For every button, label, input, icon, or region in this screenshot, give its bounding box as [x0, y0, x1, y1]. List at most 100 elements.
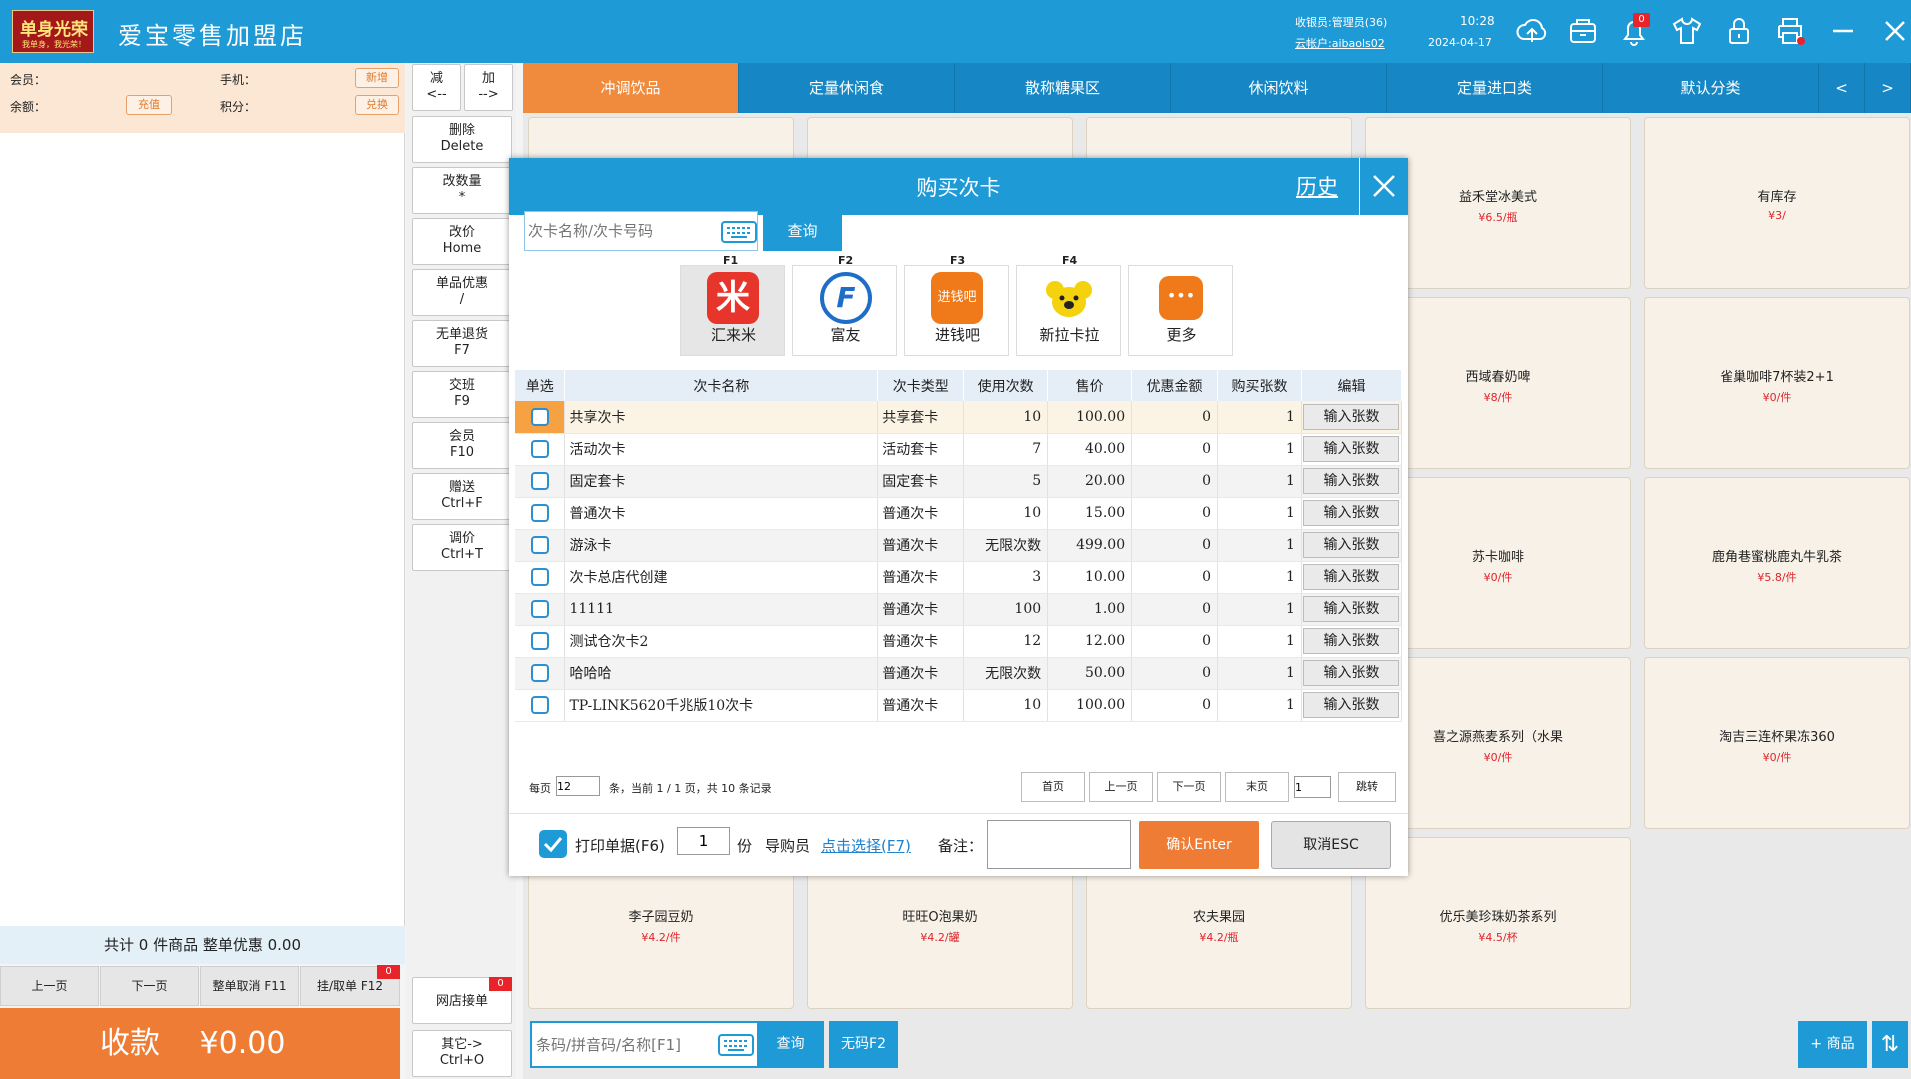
enter-quantity-button[interactable]: 输入张数: [1303, 500, 1400, 526]
card-row[interactable]: 哈哈哈 普通次卡 无限次数 50.00 0 1 输入张数: [515, 657, 1403, 690]
function-button[interactable]: 改数量 *: [412, 167, 512, 214]
printer-icon[interactable]: [1773, 14, 1807, 48]
sort-toggle-icon[interactable]: ⇅: [1872, 1021, 1908, 1068]
page-number-input[interactable]: [1294, 776, 1331, 798]
cart-next-page-button[interactable]: 下一页: [100, 966, 199, 1006]
function-button[interactable]: 会员 F10: [412, 422, 512, 469]
card-row[interactable]: 次卡总店代创建 普通次卡 3 10.00 0 1 输入张数: [515, 561, 1403, 594]
tab-category-2[interactable]: 散称糖果区: [955, 63, 1171, 113]
decrease-qty-button[interactable]: 减 <--: [412, 64, 461, 111]
enter-quantity-button[interactable]: 输入张数: [1303, 660, 1400, 686]
row-select-checkbox[interactable]: [530, 504, 549, 522]
function-button[interactable]: 删除 Delete: [412, 116, 512, 163]
row-select-checkbox[interactable]: [530, 664, 549, 682]
row-select-checkbox[interactable]: [530, 600, 549, 618]
product-search-input[interactable]: [536, 1031, 714, 1058]
product-query-button[interactable]: 查询: [757, 1021, 824, 1068]
enter-quantity-button[interactable]: 输入张数: [1303, 692, 1400, 718]
tshirt-icon[interactable]: [1670, 14, 1704, 48]
row-select-checkbox[interactable]: [530, 440, 549, 458]
first-page-button[interactable]: 首页: [1021, 772, 1085, 802]
confirm-button[interactable]: 确认Enter: [1139, 821, 1259, 869]
row-select-checkbox[interactable]: [530, 696, 549, 714]
pay-button[interactable]: 收款 ¥0.00: [0, 1008, 400, 1079]
lock-icon[interactable]: [1722, 14, 1756, 48]
tab-category-3[interactable]: 休闲饮料: [1171, 63, 1387, 113]
cloud-upload-icon[interactable]: [1515, 14, 1549, 48]
enter-quantity-button[interactable]: 输入张数: [1303, 564, 1400, 590]
recharge-button[interactable]: 充值: [126, 95, 172, 115]
next-page-button[interactable]: 下一页: [1157, 772, 1221, 802]
last-page-button[interactable]: 末页: [1225, 772, 1289, 802]
category-next-button[interactable]: >: [1865, 63, 1911, 113]
increase-qty-button[interactable]: 加 -->: [464, 64, 513, 111]
tab-category-4[interactable]: 定量进口类: [1387, 63, 1603, 113]
cancel-order-button[interactable]: 整单取消 F11: [200, 966, 299, 1006]
provider-lakala-tile[interactable]: 新拉卡拉: [1016, 265, 1121, 356]
card-row[interactable]: 游泳卡 普通次卡 无限次数 499.00 0 1 输入张数: [515, 529, 1403, 562]
product-card[interactable]: 淘吉三连杯果冻360 ¥0/件: [1644, 657, 1910, 829]
remark-input[interactable]: [987, 820, 1131, 869]
category-prev-button[interactable]: <: [1819, 63, 1865, 113]
card-row[interactable]: 测试仓次卡2 普通次卡 12 12.00 0 1 输入张数: [515, 625, 1403, 658]
card-row[interactable]: 11111 普通次卡 100 1.00 0 1 输入张数: [515, 593, 1403, 626]
enter-quantity-button[interactable]: 输入张数: [1303, 532, 1400, 558]
provider-fuyou-tile[interactable]: F 富友: [792, 265, 897, 356]
row-select-checkbox[interactable]: [530, 632, 549, 650]
product-card[interactable]: 鹿角巷蜜桃鹿丸牛乳茶 ¥5.8/件: [1644, 477, 1910, 649]
product-card[interactable]: 雀巢咖啡7杯装2+1 ¥0/件: [1644, 297, 1910, 469]
exchange-points-button[interactable]: 兑换: [355, 95, 399, 115]
card-row[interactable]: 普通次卡 普通次卡 10 15.00 0 1 输入张数: [515, 497, 1403, 530]
keyboard-icon[interactable]: [721, 221, 757, 243]
keyboard-icon[interactable]: [718, 1034, 754, 1056]
enter-quantity-button[interactable]: 输入张数: [1303, 596, 1400, 622]
history-link[interactable]: 历史: [1296, 171, 1338, 201]
card-query-button[interactable]: 查询: [763, 212, 842, 251]
cancel-button[interactable]: 取消ESC: [1271, 821, 1391, 869]
function-button[interactable]: 调价 Ctrl+T: [412, 524, 512, 571]
add-product-button[interactable]: + 商品: [1798, 1021, 1867, 1068]
per-page-label: 每页: [529, 782, 551, 795]
close-icon[interactable]: [1878, 14, 1911, 48]
enter-quantity-button[interactable]: 输入张数: [1303, 436, 1400, 462]
row-select-checkbox[interactable]: [530, 407, 549, 426]
row-select-checkbox[interactable]: [530, 536, 549, 554]
jump-page-button[interactable]: 跳转: [1338, 772, 1396, 802]
card-row[interactable]: 共享次卡 共享套卡 10 100.00 0 1 输入张数: [515, 401, 1403, 434]
card-row[interactable]: 活动次卡 活动套卡 7 40.00 0 1 输入张数: [515, 433, 1403, 466]
card-search-input[interactable]: [528, 218, 718, 244]
row-select-checkbox[interactable]: [530, 472, 549, 490]
card-row[interactable]: TP-LINK5620千兆版10次卡 普通次卡 10 100.00 0 1 输入张数: [515, 689, 1403, 722]
enter-quantity-button[interactable]: 输入张数: [1303, 628, 1400, 654]
provider-huilaimi-tile[interactable]: 米 汇来米: [680, 265, 785, 356]
function-button[interactable]: 单品优惠 /: [412, 269, 512, 316]
cart-prev-page-button[interactable]: 上一页: [0, 966, 99, 1006]
add-member-button[interactable]: 新增: [355, 68, 399, 88]
other-functions-button[interactable]: 其它-> Ctrl+O: [412, 1030, 512, 1077]
card-row[interactable]: 固定套卡 固定套卡 5 20.00 0 1 输入张数: [515, 465, 1403, 498]
enter-quantity-button[interactable]: 输入张数: [1303, 468, 1400, 494]
dialog-close-icon[interactable]: [1371, 173, 1397, 199]
function-button[interactable]: 改价 Home: [412, 218, 512, 265]
per-page-input[interactable]: [556, 776, 600, 796]
function-button[interactable]: 无单退货 F7: [412, 320, 512, 367]
print-receipt-checkbox[interactable]: [539, 830, 567, 858]
provider-jinqianba-tile[interactable]: 进钱吧 进钱吧: [904, 265, 1009, 356]
row-select-checkbox[interactable]: [530, 568, 549, 586]
function-button[interactable]: 赠送 Ctrl+F: [412, 473, 512, 520]
prev-page-button[interactable]: 上一页: [1089, 772, 1153, 802]
function-button[interactable]: 交班 F9: [412, 371, 512, 418]
copies-input[interactable]: [677, 827, 730, 855]
cash-drawer-icon[interactable]: [1566, 14, 1600, 48]
product-card[interactable]: 有库存 ¥3/: [1644, 117, 1910, 289]
no-barcode-button[interactable]: 无码F2: [829, 1021, 898, 1068]
tab-category-1[interactable]: 定量休闲食: [739, 63, 955, 113]
enter-quantity-button[interactable]: 输入张数: [1303, 403, 1400, 430]
provider-more-tile[interactable]: ••• 更多: [1128, 265, 1233, 356]
tab-category-0[interactable]: 冲调饮品: [523, 63, 739, 113]
card-discount: 0: [1131, 689, 1219, 722]
cloud-account-link[interactable]: 云帐户:aibaols02: [1295, 35, 1385, 51]
tab-category-5[interactable]: 默认分类: [1603, 63, 1819, 113]
select-guide-link[interactable]: 点击选择(F7): [821, 835, 911, 856]
minimize-icon[interactable]: [1826, 14, 1860, 48]
